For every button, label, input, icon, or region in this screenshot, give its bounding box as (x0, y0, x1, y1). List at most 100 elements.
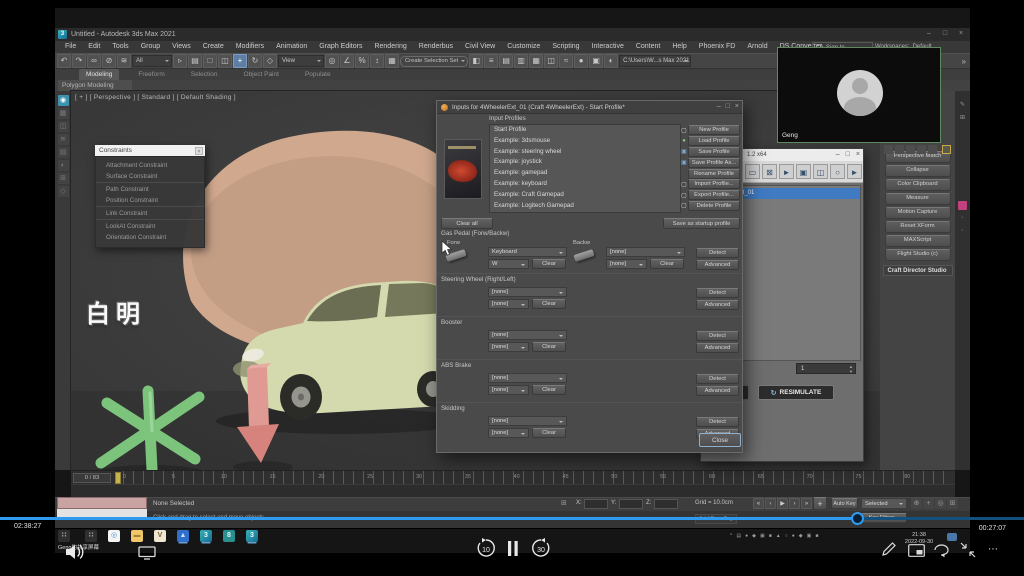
tray-icon[interactable]: ^ (730, 533, 732, 539)
profile-action-button[interactable]: Delete Profile (688, 201, 740, 211)
key-dropdown[interactable]: [none] (488, 428, 529, 438)
left-toolbar-icon[interactable]: ▦ (58, 108, 69, 119)
close-icon[interactable]: × (956, 30, 966, 37)
transport-button[interactable]: « (753, 498, 764, 509)
pause-button[interactable] (507, 541, 519, 556)
menu-item[interactable]: Rendering (368, 41, 412, 53)
toolbar-icon[interactable]: ⊘ (102, 54, 116, 68)
constraint-menu-item[interactable]: Attachment Constraint (96, 160, 204, 171)
detect-button[interactable]: Detect (696, 331, 739, 341)
device-dropdown[interactable]: [none] (488, 287, 567, 297)
device-dropdown[interactable]: [none] (488, 373, 567, 383)
clear-button[interactable]: Clear (532, 385, 566, 395)
craft-toolbar-icon[interactable]: ► (847, 164, 862, 179)
ribbon-tab[interactable]: Selection (184, 69, 225, 80)
left-toolbar-icon[interactable]: ⊞ (58, 173, 69, 184)
viewport-nav-icon[interactable]: ⊞ (947, 498, 958, 509)
menu-item[interactable]: Tools (106, 41, 134, 53)
craft-toolbar-icon[interactable]: ◫ (813, 164, 828, 179)
utility-button[interactable]: Flight Studio (c) (885, 249, 951, 261)
left-toolbar-icon[interactable]: ◫ (58, 121, 69, 132)
grid-icon[interactable]: ⊞ (958, 114, 967, 123)
backw-device-dropdown[interactable]: [none] (606, 247, 685, 257)
craft-toolbar-icon[interactable]: ○ (830, 164, 845, 179)
selection-filter-dropdown[interactable]: All (132, 55, 172, 67)
toolbar-icon[interactable]: □ (203, 54, 217, 68)
tray-icon[interactable]: ◆ (799, 533, 803, 539)
tray-icon[interactable]: ● (792, 533, 795, 539)
clear-button[interactable]: Clear (532, 299, 566, 309)
toolbar-icon[interactable]: ▣ (589, 54, 603, 68)
left-toolbar-icon[interactable]: ≋ (58, 134, 69, 145)
toolbar-icon[interactable]: ◫ (218, 54, 232, 68)
ribbon-tab[interactable]: Freeform (131, 69, 171, 80)
material-swatch-icon[interactable] (958, 201, 967, 210)
toolbar-overflow-icon[interactable]: » (962, 57, 966, 66)
tray-icon[interactable]: ■ (815, 533, 818, 539)
toolbar-icon[interactable]: ▥ (514, 54, 528, 68)
snap-toggle-icon[interactable]: ∠ (340, 54, 354, 68)
toolbar-icon[interactable]: ◧ (469, 54, 483, 68)
taskbar-app-icon[interactable]: V (154, 530, 166, 542)
advanced-button[interactable]: Advanced (696, 386, 739, 396)
tray-icon[interactable]: ■ (769, 533, 772, 539)
display-icon[interactable] (138, 546, 156, 560)
menu-item[interactable]: Interactive (586, 41, 630, 53)
craft-director-studio-rollout[interactable]: Craft Director Studio (883, 265, 953, 276)
device-dropdown[interactable]: [none] (488, 330, 567, 340)
profiles-list[interactable]: Start ProfileExample: 3dsmouseExample: s… (489, 124, 681, 213)
profile-action-button[interactable]: Rename Profile (688, 169, 740, 179)
dialog-close-button[interactable]: Close (699, 433, 741, 447)
toolbar-icon[interactable]: ▤ (188, 54, 202, 68)
left-toolbar-icon[interactable]: ◐ (58, 160, 69, 171)
menu-item[interactable]: Phoenix FD (693, 41, 742, 53)
track-bar[interactable] (71, 484, 955, 498)
maximize-icon[interactable]: □ (846, 151, 850, 158)
menu-item[interactable]: Customize (501, 41, 546, 53)
advanced-button[interactable]: Advanced (696, 260, 739, 270)
minimize-icon[interactable]: – (836, 151, 840, 158)
taskbar-app-icon[interactable]: 8 (223, 530, 235, 542)
menu-item[interactable]: Scripting (546, 41, 585, 53)
reference-coordinate-dropdown[interactable]: View (278, 55, 324, 67)
minimize-icon[interactable]: – (924, 30, 934, 37)
transport-button[interactable]: › (789, 498, 800, 509)
profile-list-item[interactable]: Example: gamepad (490, 168, 680, 179)
craft-toolbar-icon[interactable]: ⊠ (762, 164, 777, 179)
pen-icon[interactable]: ✎ (958, 101, 967, 110)
taskbar-app-icon[interactable]: ∷ (85, 530, 97, 542)
viewport-label[interactable]: [ + ] [ Perspective ] [ Standard ] [ Def… (75, 94, 236, 101)
progress-handle[interactable] (851, 512, 864, 525)
snap-toggle-icon[interactable]: ↕ (370, 54, 384, 68)
close-icon[interactable]: × (195, 147, 203, 155)
menu-item[interactable]: Renderbus (413, 41, 459, 53)
tray-icon[interactable]: ▣ (807, 533, 812, 539)
toolbar-icon[interactable]: ∞ (87, 54, 101, 68)
menu-item[interactable]: Create (197, 41, 230, 53)
clear-all-button[interactable]: Clear all (441, 218, 493, 229)
dialog-titlebar[interactable]: Inputs for 4WheelerExt_01 (Craft 4Wheele… (437, 101, 742, 114)
more-options-icon[interactable]: ⋯ (988, 544, 999, 555)
profile-list-item[interactable]: Example: 3dsmouse (490, 136, 680, 147)
utility-button[interactable]: Reset XForm (885, 221, 951, 233)
constraint-menu-item[interactable]: Path Constraint (96, 184, 204, 195)
selection-lock-icon[interactable]: ⊞ (561, 499, 567, 507)
volume-icon[interactable] (64, 543, 86, 561)
maximize-icon[interactable]: □ (940, 30, 950, 37)
minimize-icon[interactable]: – (717, 103, 721, 110)
viewport-nav-icon[interactable]: + (923, 498, 934, 509)
constraints-panel-titlebar[interactable]: Constraints × (95, 145, 205, 156)
exit-fullscreen-icon[interactable] (960, 542, 976, 558)
utility-button[interactable]: Color Clipboard (885, 179, 951, 191)
constraint-menu-item[interactable]: Position Constraint (96, 195, 204, 207)
save-startup-button[interactable]: Save as startup profile (663, 218, 740, 229)
utility-button[interactable]: Motion Capture (885, 207, 951, 219)
tray-icon[interactable]: ○ (785, 533, 788, 539)
snap-toggle-icon[interactable]: ▦ (385, 54, 399, 68)
taskbar-app-icon[interactable]: 3 (200, 530, 212, 542)
device-dropdown[interactable]: [none] (488, 416, 567, 426)
toolbar-icon[interactable]: ≈ (559, 54, 573, 68)
toolbar-icon[interactable]: ≋ (117, 54, 131, 68)
utility-button[interactable]: MAXScript (885, 235, 951, 247)
create-selection-set-dropdown[interactable]: Create Selection Set (400, 56, 468, 67)
